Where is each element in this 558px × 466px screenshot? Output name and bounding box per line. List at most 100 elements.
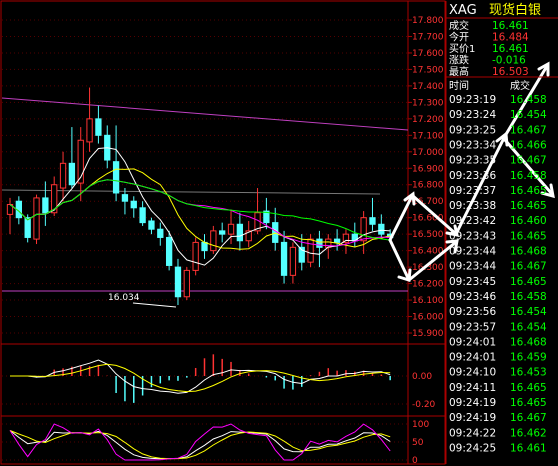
tick-price: 16.467	[510, 124, 547, 136]
ma20-line	[9, 179, 391, 247]
tick-time: 09:23:42	[449, 215, 496, 227]
candle-body	[210, 230, 217, 252]
tick-time: 09:23:56	[449, 306, 496, 318]
tick-price: 16.466	[510, 139, 547, 151]
arrow-stroke	[388, 238, 410, 280]
candle-body	[316, 238, 323, 248]
candle-body	[219, 230, 226, 235]
tick-price: 16.468	[510, 246, 547, 258]
tick-time: 09:23:57	[449, 321, 496, 333]
tick-time: 09:23:37	[449, 185, 496, 197]
candle-body	[33, 197, 40, 240]
candle-body	[289, 246, 297, 276]
tick-time: 09:23:34	[449, 139, 496, 151]
candle-body	[68, 162, 76, 186]
macd-axis-label: -0.20	[412, 400, 436, 410]
trading-terminal: 17.800 17.700 17.600 17.500 17.400 17.300 17.2…	[0, 0, 558, 466]
kdj-axis-label: 50	[412, 438, 424, 448]
tick-price: 16.453	[510, 367, 547, 379]
tick-time: 09:23:19	[449, 94, 496, 106]
kdj-j-line	[9, 423, 391, 461]
candle-body	[307, 238, 314, 263]
chart-canvas[interactable]: 17.800 17.700 17.600 17.500 17.400 17.300 17.2…	[0, 0, 558, 466]
price-axis-label: 16.100	[412, 296, 444, 306]
price-axis-label: 17.700	[412, 32, 444, 42]
price-axis-label: 17.800	[412, 16, 444, 26]
quote-value: 16.484	[492, 32, 529, 44]
low-annotation-label: 16.034	[108, 293, 140, 303]
tick-time: 09:24:01	[449, 336, 496, 348]
quote-label: 最高	[449, 65, 469, 78]
instrument-name: 现货白银	[489, 2, 541, 18]
tick-time: 09:23:25	[449, 124, 496, 136]
candle-body	[86, 118, 93, 143]
instrument-code: XAG	[449, 3, 477, 18]
tick-time: 09:24:22	[449, 427, 496, 439]
tick-price: 16.467	[510, 261, 547, 273]
candle-body	[139, 207, 146, 224]
price-axis-label: 16.200	[412, 280, 444, 290]
tick-time: 09:23:38	[449, 200, 496, 212]
quote-label: 今开	[449, 31, 469, 44]
tick-price: 16.454	[510, 109, 547, 121]
tick-time: 09:24:19	[449, 397, 496, 409]
tick-time: 09:23:43	[449, 230, 496, 242]
quote-label: 成交	[449, 19, 469, 32]
tick-time: 09:23:45	[449, 276, 496, 288]
tick-price: 16.468	[510, 336, 547, 348]
kdj-axis-label: 0	[412, 456, 418, 466]
candle-body	[148, 220, 155, 230]
tick-price: 16.465	[510, 276, 547, 288]
tick-price: 16.459	[510, 352, 547, 364]
tick-price: 16.454	[510, 306, 547, 318]
candle-body	[42, 197, 49, 214]
price-axis-label: 17.100	[412, 131, 444, 141]
ma30-line	[9, 179, 391, 241]
tick-time: 09:24:10	[449, 367, 496, 379]
reference-line	[1, 189, 381, 195]
ticks-header-price: 成交	[510, 79, 530, 92]
quote-value: 16.461	[492, 43, 529, 55]
price-axis-label: 16.000	[412, 313, 444, 323]
tick-time: 09:24:01	[449, 352, 496, 364]
kdj-axis-label: 100	[412, 420, 429, 430]
macd-histogram	[35, 354, 391, 403]
candle-body	[112, 161, 120, 194]
tick-price: 16.467	[510, 412, 547, 424]
quote-label: 买价1	[449, 43, 475, 55]
candle-body	[24, 217, 31, 238]
quote-label: 涨跌	[449, 54, 469, 67]
low-annotation-leader	[132, 302, 177, 308]
tick-time: 09:24:25	[449, 442, 496, 454]
price-axis-label: 17.600	[412, 49, 444, 59]
macd-dea-line	[10, 363, 391, 393]
candle-body	[192, 241, 199, 271]
price-axis-label: 16.900	[412, 164, 444, 174]
tick-time: 09:23:44	[449, 261, 496, 273]
quote-value: 16.503	[492, 66, 529, 78]
price-axis-label: 17.200	[412, 115, 444, 125]
candle-body	[183, 269, 190, 298]
tick-price: 16.465	[510, 382, 547, 394]
price-axis-label: 16.500	[412, 230, 444, 240]
candle-body	[174, 266, 182, 298]
tick-price: 16.458	[510, 291, 547, 303]
price-axis-label: 17.400	[412, 82, 444, 92]
price-axis-label: 17.000	[412, 148, 444, 158]
macd-axis-label: 0.00	[412, 372, 432, 382]
tick-price: 16.465	[510, 230, 547, 242]
candle-body	[333, 238, 341, 243]
quote-value: -0.016	[492, 55, 526, 67]
candle-body	[121, 194, 129, 202]
tick-price: 16.465	[510, 185, 547, 197]
tick-price: 16.454	[510, 321, 547, 333]
tick-time: 09:23:35	[449, 155, 496, 167]
tick-time: 09:23:46	[449, 291, 496, 303]
candle-body	[157, 228, 164, 238]
tick-price: 16.461	[510, 442, 547, 454]
tick-price: 16.465	[510, 200, 547, 212]
macd-dif-line	[10, 359, 391, 394]
candle-body	[201, 241, 208, 252]
tick-time: 09:24:19	[449, 412, 496, 424]
tick-time: 09:23:36	[449, 170, 496, 182]
